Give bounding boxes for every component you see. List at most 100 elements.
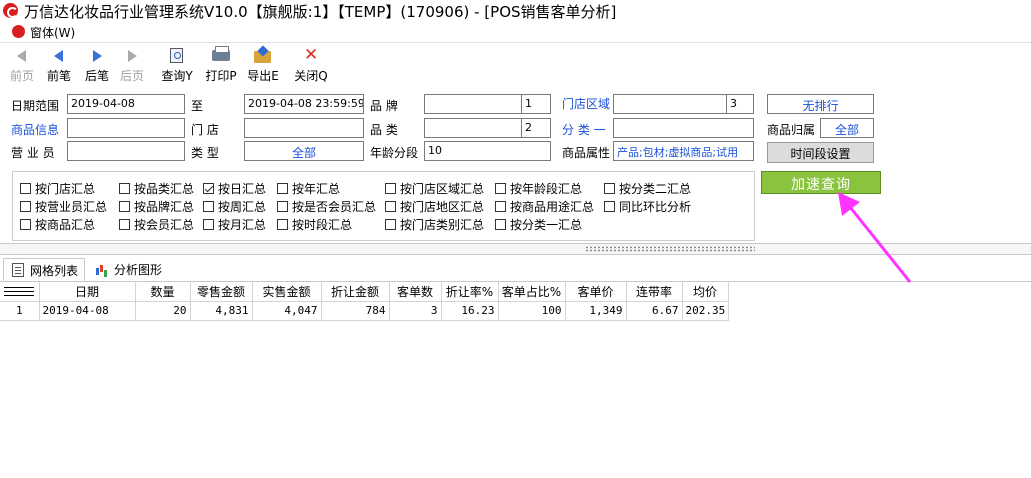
product-owner-select[interactable]: 全部 [820,118,874,138]
checkbox-age-group-summary[interactable]: 按年龄段汇总 [495,180,582,197]
column-header[interactable]: 实售金额 [252,282,322,302]
checkbox-brand-summary[interactable]: 按品牌汇总 [119,198,194,215]
column-header[interactable]: 客单数 [389,282,442,302]
checkbox-member-summary[interactable]: 按会员汇总 [119,216,194,233]
checkbox-product-usage-summary[interactable]: 按商品用途汇总 [495,198,594,215]
row-index: 1 [0,301,40,321]
product-owner-label: 商品归属 [767,123,816,137]
column-header[interactable]: 客单价 [565,282,627,302]
checkbox-member-flag-summary[interactable]: 按是否会员汇总 [277,198,376,215]
column-header[interactable]: 日期 [39,282,136,302]
checkbox-checked-icon [203,183,214,194]
checkbox-icon [604,201,615,212]
checkbox-label: 按是否会员汇总 [292,200,377,214]
column-header[interactable]: 均价 [682,282,729,302]
grid-list-icon [12,263,24,277]
checkbox-label: 按月汇总 [218,218,267,232]
table-row[interactable]: 1 2019-04-08 20 4,831 4,047 784 3 16.23 … [0,301,729,321]
category1-input[interactable] [613,118,754,138]
menu-bar: 窗体(W) [0,22,1031,42]
type-label: 类 型 [191,146,219,160]
category-label: 品 类 [370,123,398,137]
column-header[interactable]: 折让金额 [321,282,390,302]
checkbox-store-region-summary[interactable]: 按门店地区汇总 [385,198,484,215]
checkbox-label: 按门店区域汇总 [400,182,485,196]
cell-retail-amount: 4,831 [190,301,253,321]
checkbox-label: 按门店地区汇总 [400,200,485,214]
checkbox-icon [495,183,506,194]
tab-analysis-chart[interactable]: 分析图形 [88,258,168,281]
clerk-input[interactable] [67,141,185,161]
checkbox-store-type-summary[interactable]: 按门店类别汇总 [385,216,484,233]
cell-order-count: 3 [389,301,442,321]
annotation-arrow-icon [838,192,912,283]
checkbox-label: 按品类汇总 [134,182,195,196]
checkbox-month-summary[interactable]: 按月汇总 [203,216,266,233]
category1-label[interactable]: 分 类 一 [562,121,606,138]
summary-options-group: 按门店汇总 按品类汇总 按日汇总 按年汇总 按门店区域汇总 按年龄段汇总 按分类… [12,171,755,241]
to-label: 至 [191,99,204,113]
cell-date: 2019-04-08 [39,301,136,321]
age-group-input[interactable]: 10 [424,141,551,161]
next-record-button[interactable]: 后笔 [80,47,114,87]
prev-record-icon [42,47,76,65]
date-to-input[interactable]: 2019-04-08 23:59:59 [244,94,364,114]
prev-page-button[interactable]: 前页 [6,47,38,87]
checkbox-clerk-summary[interactable]: 按营业员汇总 [20,198,107,215]
title-bar: 万信达化妆品行业管理系统V10.0【旗舰版:1】【TEMP】(170906) -… [0,0,1031,22]
cell-discount-amount: 784 [321,301,390,321]
checkbox-category-summary[interactable]: 按品类汇总 [119,180,194,197]
print-button[interactable]: 打印P [202,46,240,87]
date-from-input[interactable]: 2019-04-08 [67,94,185,114]
checkbox-icon [277,201,288,212]
checkbox-label: 按周汇总 [218,200,267,214]
query-label: 查询Y [161,69,193,83]
checkbox-yoy-mom-analysis[interactable]: 同比环比分析 [604,198,691,215]
date-range-label: 日期范围 [11,99,60,113]
product-attr-select[interactable]: 产品;包材;虚拟商品;试用 [613,141,754,161]
column-header[interactable]: 折让率% [441,282,499,302]
product-info-label[interactable]: 商品信息 [11,121,59,138]
column-header[interactable]: 连带率 [626,282,683,302]
query-button[interactable]: 查询Y [158,47,196,87]
next-page-button[interactable]: 后页 [116,47,148,87]
checkbox-category1-summary[interactable]: 按分类一汇总 [495,216,582,233]
checkbox-store-area-summary[interactable]: 按门店区域汇总 [385,180,484,197]
brand-input[interactable] [424,94,522,114]
product-attr-label: 商品属性 [562,146,611,160]
checkbox-week-summary[interactable]: 按周汇总 [203,198,266,215]
next-page-label: 后页 [119,69,144,83]
close-button[interactable]: ✕ 关闭Q [292,47,330,87]
checkbox-icon [385,201,396,212]
store-input[interactable] [244,118,364,138]
prev-record-label: 前笔 [46,69,71,83]
time-setting-button[interactable]: 时间段设置 [767,142,874,163]
product-info-input[interactable] [67,118,185,138]
checkbox-store-summary[interactable]: 按门店汇总 [20,180,95,197]
column-header[interactable]: 零售金额 [190,282,253,302]
store-area-input[interactable] [613,94,727,114]
row-header-icon [4,287,35,297]
category-input[interactable] [424,118,522,138]
checkbox-time-slot-summary[interactable]: 按时段汇总 [277,216,352,233]
export-button[interactable]: 导出E [244,47,282,87]
store-area-label[interactable]: 门店区域 [562,95,610,112]
checkbox-product-summary[interactable]: 按商品汇总 [20,216,95,233]
checkbox-icon [203,201,214,212]
sort-select[interactable]: 无排行 [767,94,874,114]
checkbox-year-summary[interactable]: 按年汇总 [277,180,340,197]
splitter-grip-icon[interactable] [585,246,755,252]
column-header[interactable]: 数量 [135,282,191,302]
type-select[interactable]: 全部 [244,141,364,161]
prev-page-label: 前页 [9,69,34,83]
column-header[interactable]: 客单占比% [498,282,566,302]
checkbox-icon [495,219,506,230]
tab-grid-list[interactable]: 网格列表 [3,258,86,281]
export-label: 导出E [247,69,279,83]
prev-record-button[interactable]: 前笔 [42,47,76,87]
row-selector-header[interactable] [0,282,40,302]
checkbox-day-summary[interactable]: 按日汇总 [203,180,266,197]
checkbox-category2-summary[interactable]: 按分类二汇总 [604,180,691,197]
checkbox-icon [119,219,130,230]
menu-window[interactable]: 窗体(W) [30,24,75,41]
